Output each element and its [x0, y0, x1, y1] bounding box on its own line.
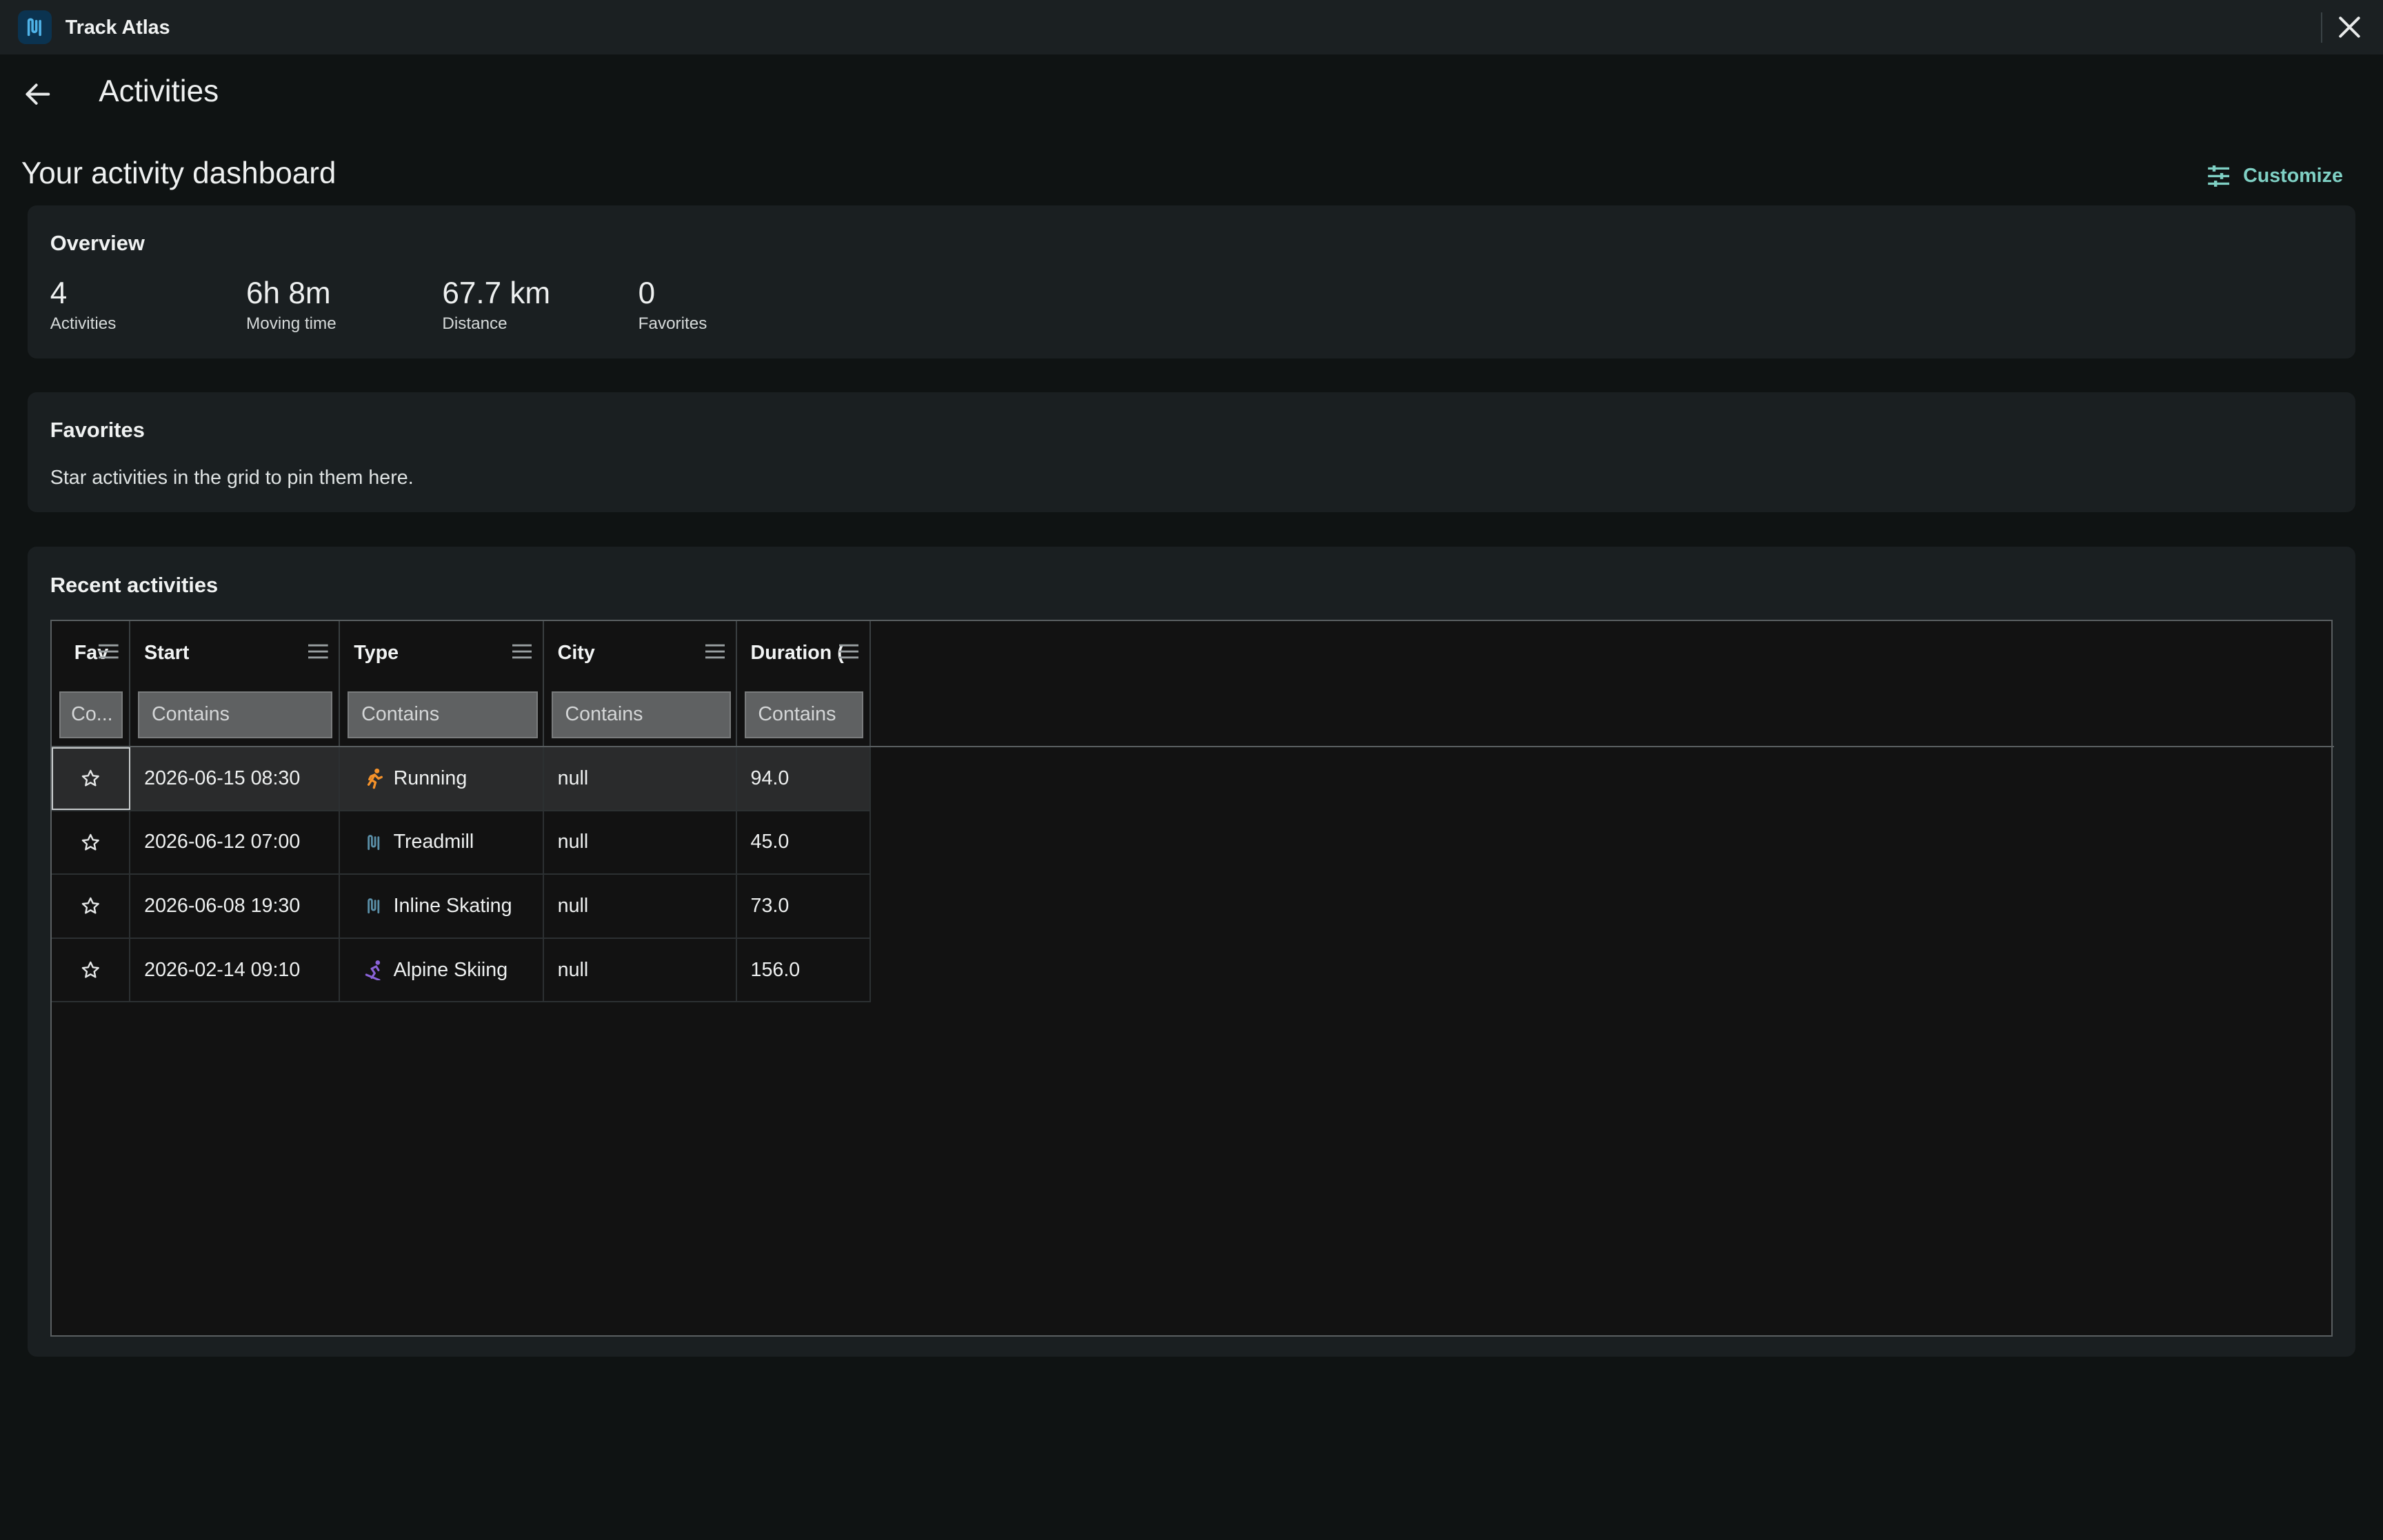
table-row[interactable]: 2026-02-14 09:10 Alpine Skiing null 156.…: [51, 938, 871, 1003]
stat-distance: 67.7 km Distance: [442, 274, 550, 334]
filter-input-start[interactable]: [138, 691, 333, 738]
cell-type-label: Running: [393, 767, 467, 789]
page-title: Activities: [99, 74, 219, 108]
favorite-star-button[interactable]: [52, 811, 131, 874]
stat-value: 67.7 km: [442, 276, 551, 310]
title-bar: Track Atlas: [0, 0, 2383, 55]
filter-cell-duration: [737, 685, 871, 746]
star-outline-icon: [81, 897, 99, 914]
filter-cell-fav: [52, 685, 131, 746]
sliders-icon: [2208, 165, 2230, 188]
favorite-star-button[interactable]: [52, 875, 131, 938]
column-header-fav[interactable]: Fav: [52, 621, 131, 685]
recent-activities-title: Recent activities: [50, 572, 219, 597]
cell-type: Treadmill: [340, 811, 544, 874]
star-outline-icon: [81, 769, 99, 787]
column-header-start[interactable]: Start: [130, 621, 341, 685]
stat-label: Activities: [50, 314, 117, 334]
table-row[interactable]: 2026-06-08 19:30 Inline Skating null 73.…: [51, 875, 871, 939]
titlebar-divider: [2320, 12, 2322, 43]
column-header-duration[interactable]: Duration (: [737, 621, 871, 685]
cell-start: 2026-06-12 07:00: [130, 811, 341, 874]
stat-moving-time: 6h 8m Moving time: [246, 274, 336, 334]
star-outline-icon: [81, 833, 99, 851]
generic-activity-icon: [363, 831, 385, 853]
column-menu-icon[interactable]: [308, 644, 329, 659]
cell-start: 2026-06-08 19:30: [130, 875, 341, 938]
filter-cell-city: [544, 685, 737, 746]
cell-type-label: Treadmill: [393, 831, 474, 853]
stat-favorites: 0 Favorites: [639, 274, 707, 334]
filter-input-fav[interactable]: [59, 691, 123, 738]
star-outline-icon: [81, 961, 99, 978]
favorites-title: Favorites: [50, 418, 145, 443]
column-header-city[interactable]: City: [544, 621, 737, 685]
cell-duration: 73.0: [737, 875, 871, 938]
stat-activities: 4 Activities: [50, 274, 117, 334]
running-icon: [363, 768, 385, 789]
filter-input-duration[interactable]: [744, 691, 863, 738]
stat-value: 6h 8m: [246, 276, 331, 310]
filter-input-type[interactable]: [348, 691, 538, 738]
customize-label: Customize: [2243, 165, 2343, 188]
stat-value: 0: [638, 276, 656, 310]
stat-value: 4: [50, 276, 68, 310]
cell-type-label: Inline Skating: [393, 894, 512, 917]
filter-cell-start: [130, 685, 341, 746]
app-root: Track Atlas Activities Your activity das…: [0, 0, 2383, 1540]
generic-activity-icon: [363, 895, 385, 917]
skiing-icon: [363, 960, 385, 981]
table-row[interactable]: 2026-06-12 07:00 Treadmill null 45.0: [51, 811, 871, 875]
cell-type: Alpine Skiing: [340, 938, 544, 1002]
cell-city: null: [544, 938, 737, 1002]
grid-header: Fav Start Type City Duration (: [51, 621, 2335, 747]
table-row[interactable]: 2026-06-15 08:30 Running null 94.0: [51, 747, 871, 811]
filter-input-city[interactable]: [551, 691, 731, 738]
column-menu-icon[interactable]: [838, 644, 859, 659]
filter-cell-type: [340, 685, 544, 746]
column-menu-icon[interactable]: [705, 644, 725, 659]
activities-grid: Fav Start Type City Duration (Co... Con…: [50, 620, 2335, 1337]
arrow-left-icon: [26, 83, 50, 105]
cell-duration: 94.0: [737, 747, 871, 810]
stat-label: Moving time: [246, 314, 336, 334]
cell-city: null: [544, 811, 737, 874]
favorites-card: Favorites Star activities in the grid to…: [27, 392, 2356, 512]
overview-card: Overview 4 Activities 6h 8m Moving time …: [27, 205, 2356, 359]
cell-duration: 156.0: [737, 938, 871, 1002]
cell-type: Running: [340, 747, 544, 810]
column-menu-icon[interactable]: [512, 644, 532, 659]
cell-start: 2026-02-14 09:10: [130, 938, 341, 1002]
column-menu-icon[interactable]: [99, 644, 119, 659]
column-header-type[interactable]: Type: [340, 621, 544, 685]
cell-type: Inline Skating: [340, 875, 544, 938]
cell-type-label: Alpine Skiing: [393, 958, 508, 981]
cell-start: 2026-06-15 08:30: [130, 747, 341, 810]
favorites-empty-text: Star activities in the grid to pin them …: [50, 466, 414, 489]
cell-duration: 45.0: [737, 811, 871, 874]
back-button[interactable]: [21, 77, 54, 110]
customize-button[interactable]: Customize: [2206, 161, 2343, 192]
dashboard-title: Your activity dashboard: [21, 156, 336, 190]
stat-label: Favorites: [638, 314, 707, 334]
app-logo-icon: [18, 10, 52, 44]
cell-city: null: [544, 875, 737, 938]
close-icon: [2339, 17, 2360, 38]
favorite-star-button[interactable]: [52, 938, 131, 1002]
recent-activities-card: Recent activities Fav Start Type City Du…: [27, 547, 2356, 1357]
close-window-button[interactable]: [2334, 12, 2364, 43]
stat-label: Distance: [442, 314, 507, 334]
favorite-star-button[interactable]: [51, 747, 131, 810]
app-title: Track Atlas: [65, 17, 170, 39]
cell-city: null: [544, 747, 737, 810]
overview-title: Overview: [50, 230, 145, 255]
